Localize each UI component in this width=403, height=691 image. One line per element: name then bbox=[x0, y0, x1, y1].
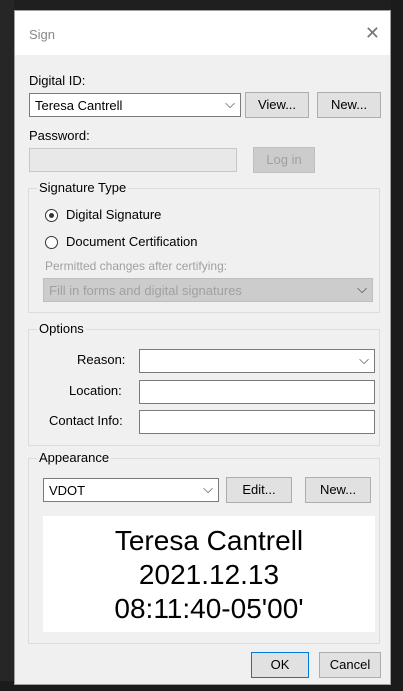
new-appearance-button[interactable]: New... bbox=[305, 477, 371, 503]
ok-button[interactable]: OK bbox=[251, 652, 309, 678]
signature-type-title: Signature Type bbox=[37, 180, 129, 195]
appearance-select[interactable]: VDOT ⌵ bbox=[43, 478, 219, 502]
signature-type-group: Signature Type Digital Signature Documen… bbox=[28, 180, 380, 313]
permitted-changes-label: Permitted changes after certifying: bbox=[45, 259, 228, 273]
appearance-value: VDOT bbox=[49, 483, 86, 498]
preview-date: 2021.12.13 bbox=[138, 559, 280, 590]
password-field[interactable] bbox=[29, 148, 237, 172]
contact-info-field[interactable] bbox=[139, 410, 375, 434]
login-button[interactable]: Log in bbox=[253, 147, 315, 173]
appearance-title: Appearance bbox=[37, 450, 112, 465]
titlebar: Sign ✕ bbox=[15, 11, 390, 55]
document-certification-radio[interactable] bbox=[45, 236, 58, 249]
digital-id-select[interactable]: Teresa Cantrell ⌵ bbox=[29, 93, 241, 117]
reason-select[interactable]: ⌵ bbox=[139, 349, 375, 373]
digital-id-label: Digital ID: bbox=[29, 73, 86, 88]
options-group: Options Reason: ⌵ Location: Contact Info… bbox=[28, 321, 380, 446]
permitted-changes-value: Fill in forms and digital signatures bbox=[49, 283, 242, 298]
appearance-group: Appearance VDOT ⌵ Edit... New... Teresa … bbox=[28, 450, 380, 644]
reason-label: Reason: bbox=[77, 352, 126, 367]
location-field[interactable] bbox=[139, 380, 375, 404]
sign-dialog: Sign ✕ Digital ID: Teresa Cantrell ⌵ Vie… bbox=[14, 10, 391, 685]
cancel-button[interactable]: Cancel bbox=[319, 652, 381, 678]
document-certification-label: Document Certification bbox=[66, 234, 198, 249]
location-label: Location: bbox=[69, 383, 122, 398]
chevron-down-icon: ⌵ bbox=[357, 281, 367, 296]
permitted-changes-select[interactable]: Fill in forms and digital signatures ⌵ bbox=[43, 278, 373, 302]
digital-signature-radio[interactable] bbox=[45, 209, 58, 222]
edit-appearance-button[interactable]: Edit... bbox=[226, 477, 292, 503]
background-left bbox=[0, 0, 14, 691]
chevron-down-icon: ⌵ bbox=[359, 352, 369, 367]
preview-time: 08:11:40-05'00' bbox=[114, 593, 304, 624]
chevron-down-icon: ⌵ bbox=[203, 481, 213, 496]
background-right bbox=[391, 0, 403, 691]
preview-name: Teresa Cantrell bbox=[114, 525, 304, 556]
password-label: Password: bbox=[29, 128, 90, 143]
chevron-down-icon: ⌵ bbox=[225, 96, 235, 111]
close-icon[interactable]: ✕ bbox=[365, 23, 380, 44]
contact-info-label: Contact Info: bbox=[49, 413, 123, 428]
digital-id-value: Teresa Cantrell bbox=[35, 98, 123, 113]
new-id-button[interactable]: New... bbox=[317, 92, 381, 118]
digital-signature-label: Digital Signature bbox=[66, 207, 162, 222]
dialog-title: Sign bbox=[29, 27, 56, 42]
signature-preview: Teresa Cantrell 2021.12.13 08:11:40-05'0… bbox=[43, 516, 375, 632]
view-button[interactable]: View... bbox=[245, 92, 309, 118]
options-title: Options bbox=[37, 321, 86, 336]
